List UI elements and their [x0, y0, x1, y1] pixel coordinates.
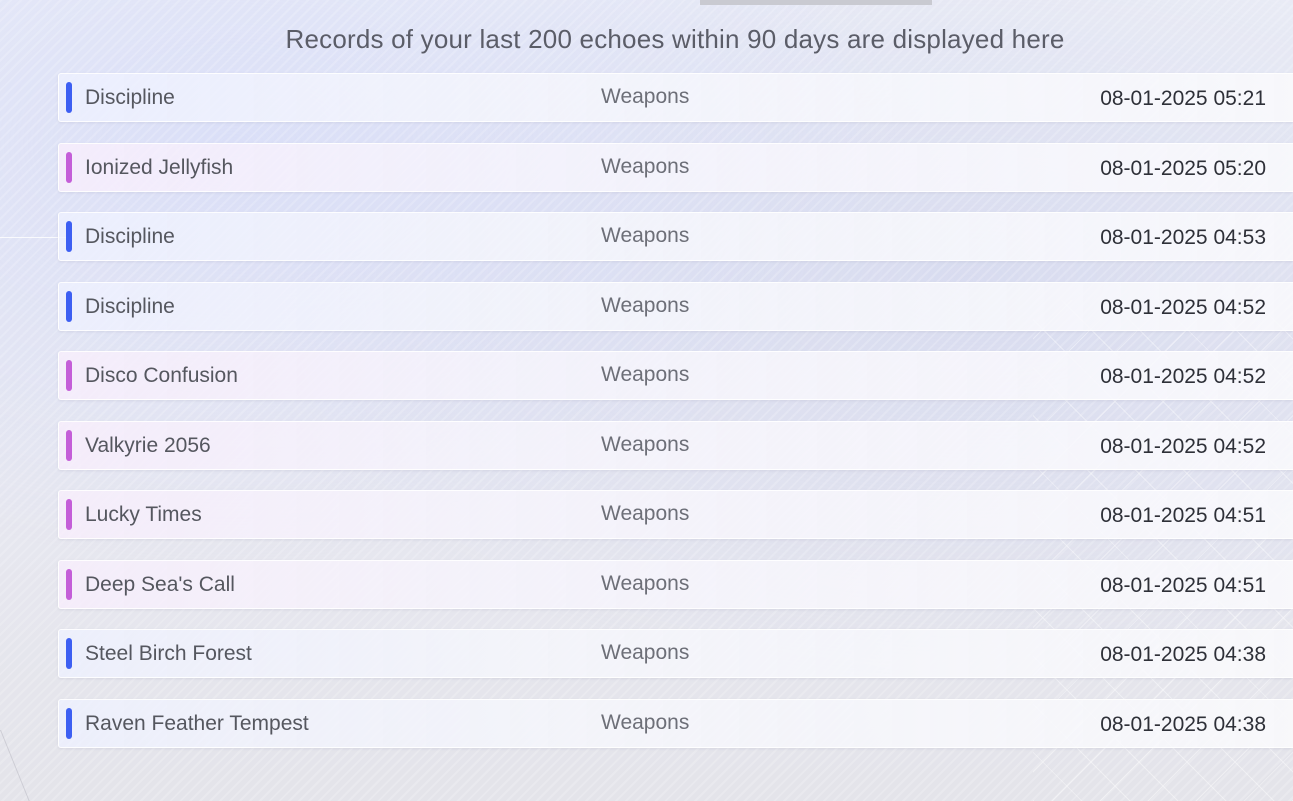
- record-item-type: Weapons: [601, 502, 690, 525]
- record-time: 08-01-2025 04:51: [1100, 504, 1266, 527]
- record-time: 08-01-2025 04:52: [1100, 295, 1266, 319]
- record-item-name: Discipline: [85, 294, 175, 318]
- record-item-type: Weapons: [601, 710, 690, 734]
- record-item-name: Lucky Times: [85, 503, 202, 526]
- rarity-indicator: [66, 568, 72, 600]
- record-row: Discipline Weapons 08-01-2025 04:52: [58, 281, 1293, 331]
- record-item-name: Valkyrie 2056: [85, 433, 211, 457]
- record-item-name: Discipline: [85, 225, 175, 248]
- record-row: Disco Confusion Weapons 08-01-2025 04:52: [58, 351, 1293, 400]
- record-item-name: Steel Birch Forest: [85, 642, 252, 665]
- record-time: 08-01-2025 04:53: [1100, 226, 1266, 249]
- record-row: Discipline Weapons 08-01-2025 05:21: [58, 73, 1293, 122]
- record-item-name: Raven Feather Tempest: [85, 711, 309, 735]
- record-row: Ionized Jellyfish Weapons 08-01-2025 05:…: [58, 142, 1293, 192]
- record-item-type: Weapons: [601, 85, 690, 108]
- record-item-name: Disco Confusion: [85, 364, 238, 387]
- record-time: 08-01-2025 04:52: [1100, 365, 1266, 388]
- rarity-indicator: [66, 707, 72, 739]
- record-time: 08-01-2025 04:38: [1100, 712, 1266, 736]
- record-item-type: Weapons: [601, 293, 690, 317]
- record-row: Deep Sea's Call Weapons 08-01-2025 04:51: [58, 559, 1293, 609]
- rarity-indicator: [66, 82, 72, 113]
- record-item-type: Weapons: [601, 571, 690, 595]
- record-item-name: Discipline: [85, 86, 175, 109]
- record-time: 08-01-2025 04:52: [1100, 434, 1266, 458]
- record-item-name: Deep Sea's Call: [85, 572, 235, 596]
- record-item-type: Weapons: [601, 641, 690, 664]
- record-row: Raven Feather Tempest Weapons 08-01-2025…: [58, 698, 1293, 748]
- rarity-indicator: [66, 499, 72, 530]
- rarity-indicator: [66, 151, 72, 183]
- record-item-name: Ionized Jellyfish: [85, 155, 234, 179]
- record-time: 08-01-2025 05:20: [1100, 156, 1266, 180]
- rarity-indicator: [66, 221, 72, 252]
- record-item-type: Weapons: [601, 154, 690, 178]
- records-notice: Records of your last 200 echoes within 9…: [285, 24, 1065, 54]
- record-row: Discipline Weapons 08-01-2025 04:53: [58, 212, 1293, 261]
- record-item-type: Weapons: [601, 363, 690, 386]
- record-time: 08-01-2025 05:21: [1100, 87, 1266, 110]
- record-item-type: Weapons: [601, 224, 690, 247]
- record-time: 08-01-2025 04:38: [1100, 643, 1266, 666]
- record-row: Steel Birch Forest Weapons 08-01-2025 04…: [58, 629, 1293, 678]
- rarity-indicator: [66, 429, 72, 461]
- top-tab-indicator: [700, 0, 932, 5]
- rarity-indicator: [66, 360, 72, 391]
- record-time: 08-01-2025 04:51: [1100, 573, 1266, 597]
- rarity-indicator: [66, 638, 72, 669]
- echo-records-list: Discipline Weapons 08-01-2025 05:21 Ioni…: [58, 73, 1293, 768]
- record-item-type: Weapons: [601, 432, 690, 456]
- record-row: Valkyrie 2056 Weapons 08-01-2025 04:52: [58, 420, 1293, 470]
- rarity-indicator: [66, 290, 72, 322]
- record-row: Lucky Times Weapons 08-01-2025 04:51: [58, 490, 1293, 539]
